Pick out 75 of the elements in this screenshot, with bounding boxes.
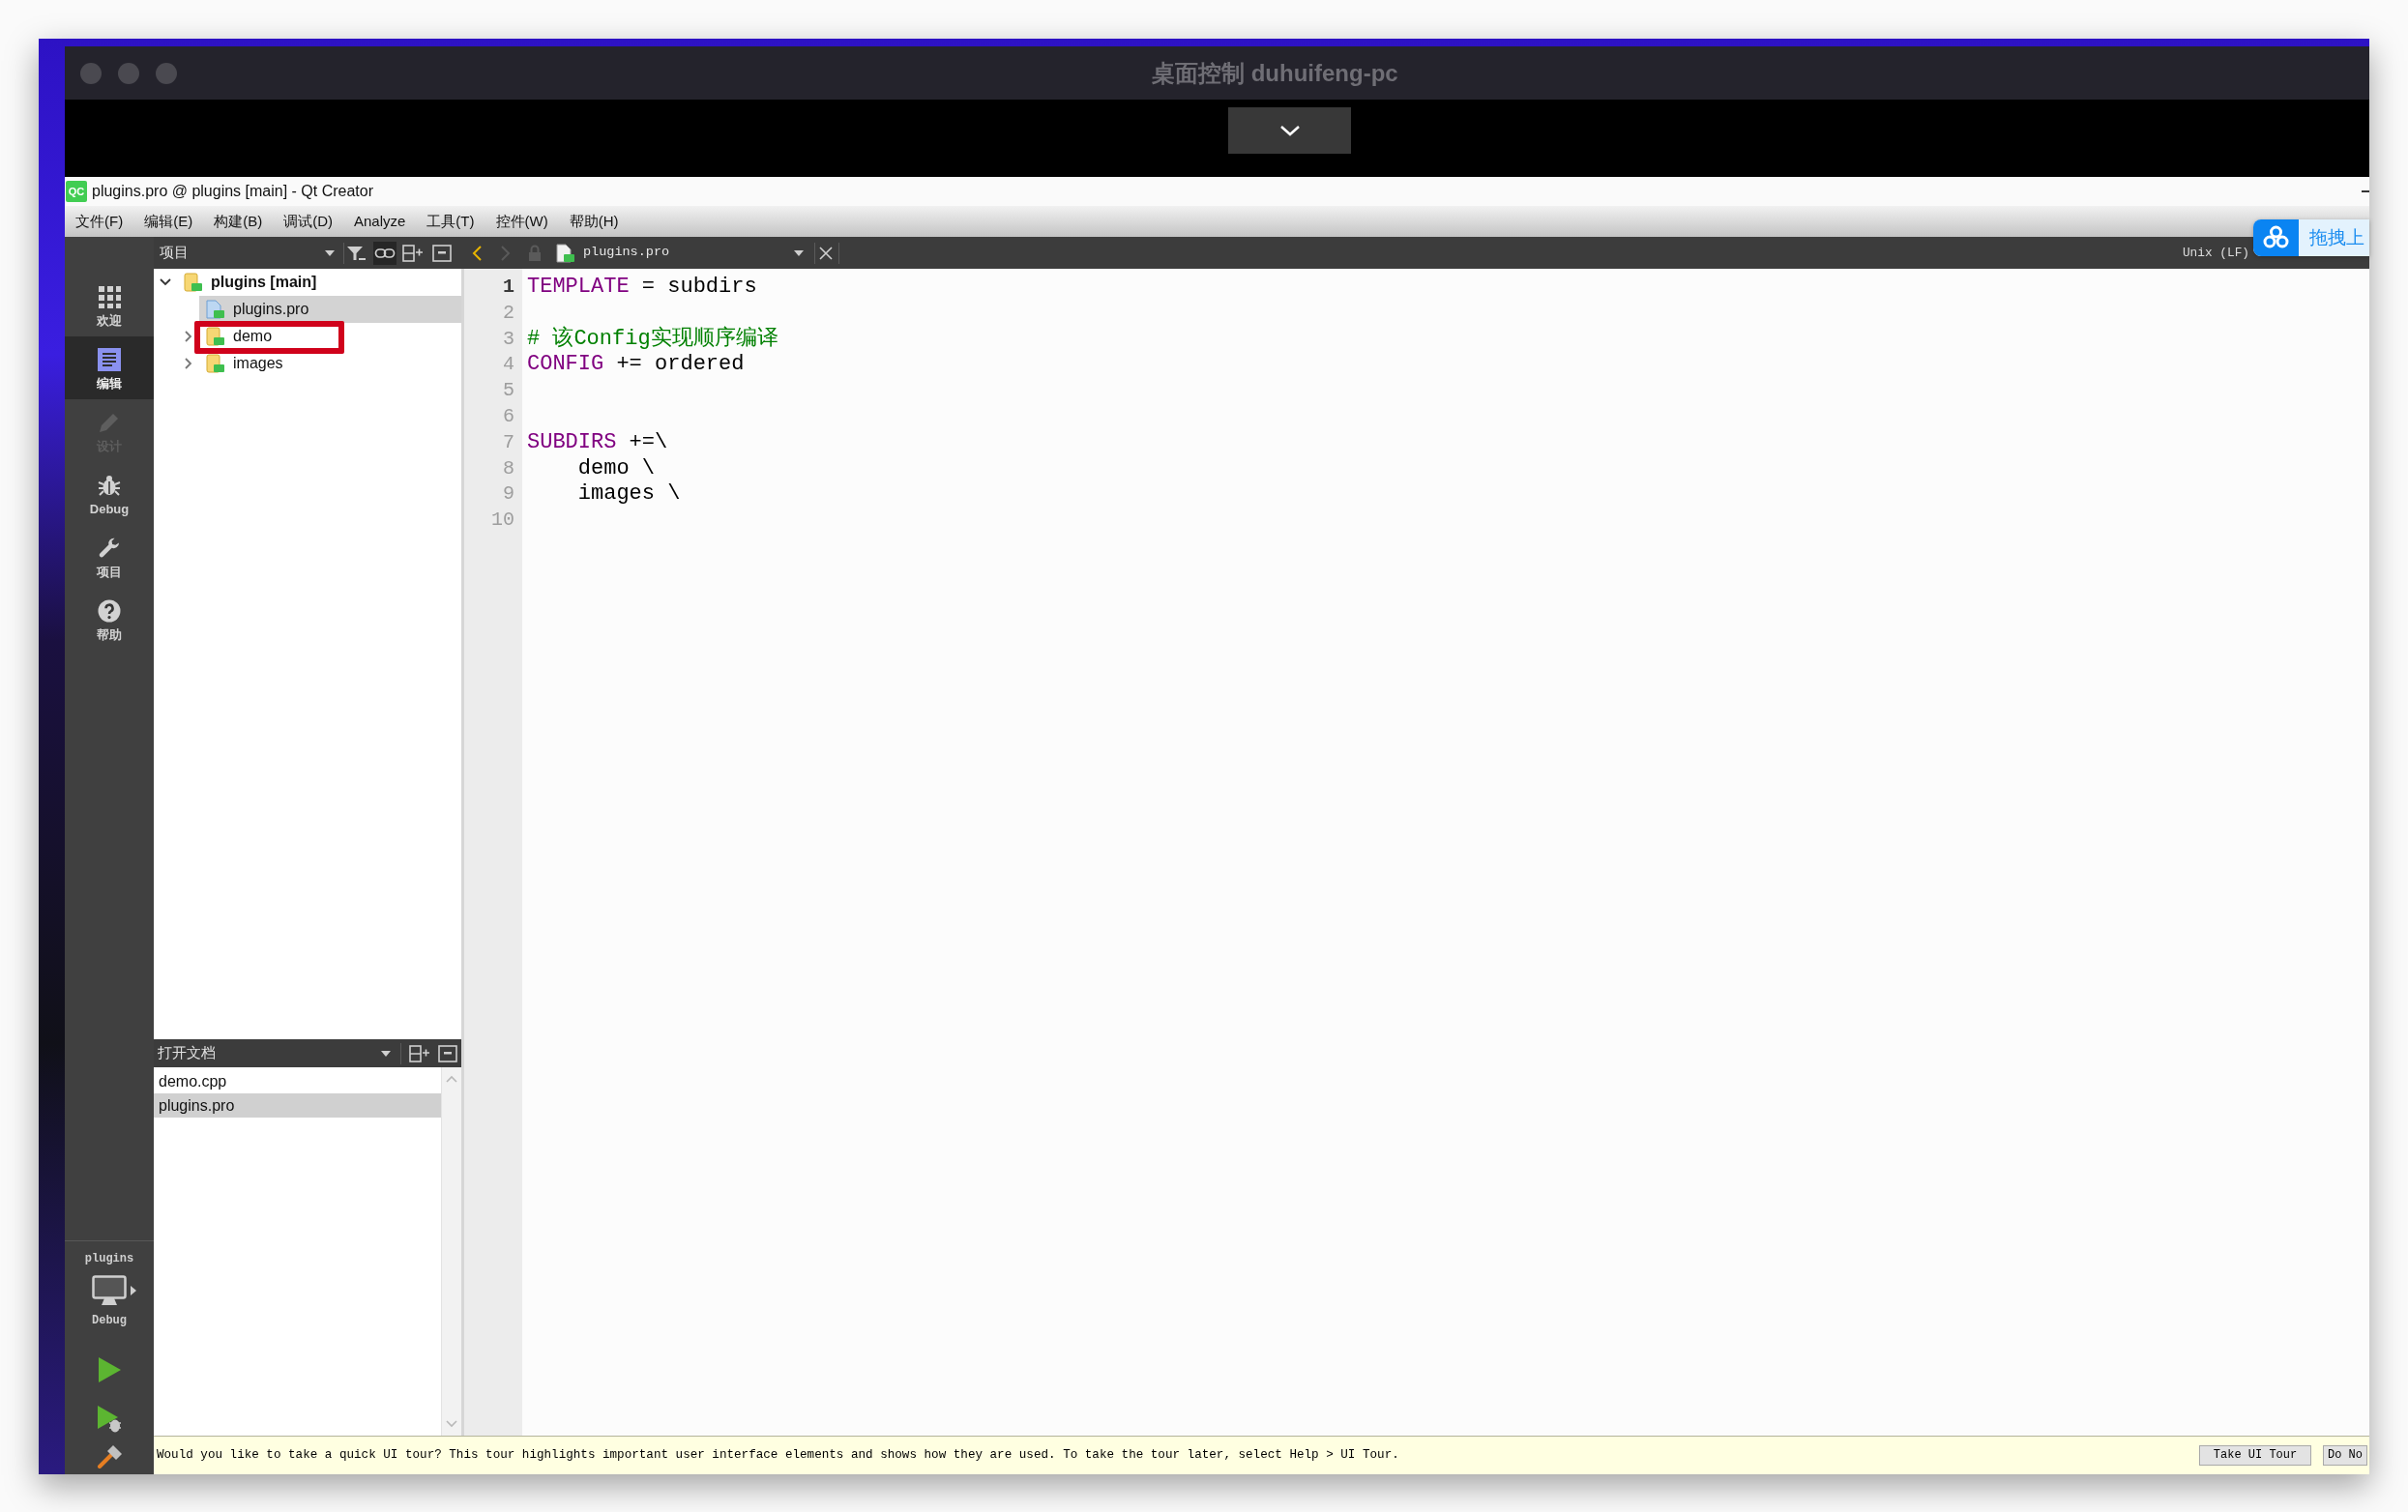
upload-label: 拖拽上	[2308, 225, 2364, 249]
app-logo: QC	[66, 181, 87, 202]
caret-icon[interactable]	[794, 249, 804, 256]
line-number: 4	[503, 352, 514, 378]
cloud-icon	[2253, 219, 2299, 256]
menu-item[interactable]: 帮助(H)	[558, 208, 630, 235]
close-icon[interactable]	[818, 245, 834, 261]
caret-icon[interactable]	[325, 249, 335, 256]
line-ending-selector[interactable]: Unix (LF)	[2182, 243, 2249, 263]
menu-item[interactable]: 编辑(E)	[133, 208, 204, 235]
code-line: SUBDIRS +=\	[527, 429, 668, 456]
folder-icon	[206, 354, 224, 373]
help-icon	[98, 599, 121, 623]
menu-item[interactable]: 构建(B)	[203, 208, 274, 235]
play-bug-icon[interactable]	[97, 1405, 122, 1434]
split-icon[interactable]	[409, 1043, 430, 1063]
close-panel-icon[interactable]	[438, 1044, 457, 1062]
mode-button[interactable]: 编辑	[65, 336, 154, 399]
info-bar-button[interactable]: Take UI Tour	[2199, 1445, 2311, 1466]
wrench-icon	[98, 537, 121, 560]
menu-item[interactable]: Analyze	[343, 208, 417, 235]
line-number: 8	[503, 455, 514, 481]
line-number: 6	[503, 404, 514, 429]
line-number: 3	[503, 326, 514, 352]
folder-icon	[184, 273, 202, 292]
line-number: 1	[503, 275, 514, 300]
document-item[interactable]: demo.cpp	[154, 1069, 441, 1093]
line-number: 2	[503, 300, 514, 326]
code-line: # 该Config实现顺序编译	[527, 326, 778, 353]
line-number: 10	[491, 508, 514, 534]
mode-button[interactable]: 欢迎	[65, 274, 154, 336]
monitor-icon[interactable]	[92, 1275, 127, 1306]
chevron-down-icon	[1278, 125, 1301, 136]
document-item[interactable]: plugins.pro	[154, 1093, 441, 1118]
info-bar-button[interactable]: Do No	[2323, 1445, 2367, 1466]
menu-item[interactable]: 工具(T)	[416, 208, 485, 235]
line-number: 9	[503, 481, 514, 508]
menu-item[interactable]: 调试(D)	[273, 208, 343, 235]
line-number: 7	[503, 429, 514, 455]
line-number: 5	[503, 378, 514, 404]
window-title: plugins.pro @ plugins [main] - Qt Creator	[92, 182, 374, 201]
bug-icon	[98, 474, 121, 497]
mode-button[interactable]: 项目	[65, 525, 154, 588]
code-line: TEMPLATE = subdirs	[527, 275, 757, 301]
project-label: plugins	[84, 1251, 134, 1266]
file-icon	[206, 300, 224, 319]
panel-title: 打开文档	[158, 1043, 216, 1063]
menu-item[interactable]: 控件(W)	[485, 208, 559, 235]
menu-item[interactable]: 文件(F)	[65, 208, 134, 235]
view-selector[interactable]: 项目	[154, 237, 343, 269]
info-message: Would you like to take a quick UI tour? This tour highlights important user interface elements and shows how they are used. To take the tour later, select Help > UI Tour.	[157, 1447, 1399, 1465]
code-line: images \	[577, 481, 681, 509]
pencil-icon	[98, 411, 121, 434]
hammer-icon[interactable]	[97, 1445, 122, 1468]
tree-item[interactable]: images	[199, 350, 461, 377]
code-line: CONFIG += ordered	[527, 352, 745, 379]
mode-button[interactable]: 帮助	[65, 588, 154, 651]
close-panel-icon[interactable]	[432, 244, 452, 262]
link-icon[interactable]	[373, 241, 396, 265]
play-icon[interactable]	[98, 1356, 121, 1383]
code-line: demo \	[577, 455, 656, 482]
tree-item[interactable]: plugins [main]	[177, 269, 461, 296]
document-selector[interactable]: plugins.pro	[555, 237, 814, 269]
caret-right-icon[interactable]	[131, 1286, 136, 1295]
caret-icon[interactable]	[381, 1050, 391, 1057]
folder-icon	[206, 327, 224, 346]
tree-item[interactable]: plugins.pro	[199, 296, 461, 323]
split-icon[interactable]	[402, 243, 424, 263]
build-config-label: Debug	[92, 1313, 127, 1328]
document-icon	[98, 348, 121, 371]
mode-button[interactable]: Debug	[65, 462, 154, 525]
grid-icon	[98, 285, 121, 308]
tree-item[interactable]: demo	[199, 323, 461, 350]
file-icon	[556, 243, 574, 263]
remote-window-title: 桌面控制 duhuifeng-pc	[1152, 58, 1398, 88]
